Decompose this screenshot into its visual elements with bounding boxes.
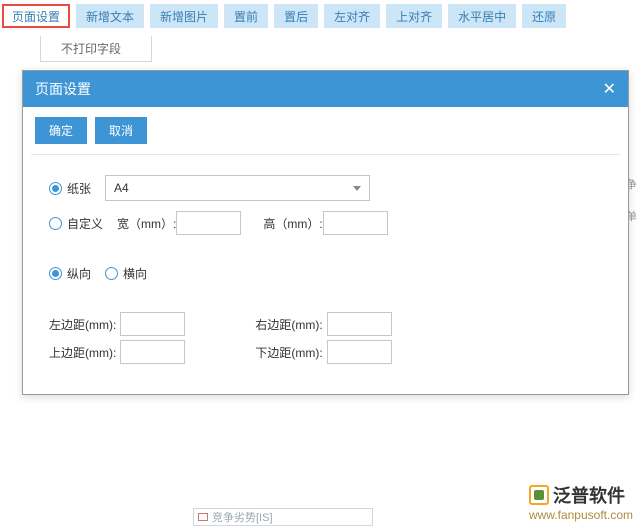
margin-left-input[interactable] bbox=[120, 312, 185, 336]
custom-radio[interactable] bbox=[49, 217, 62, 230]
close-icon[interactable]: ✕ bbox=[603, 79, 616, 99]
brand-url: www.fanpusoft.com bbox=[529, 508, 633, 522]
watermark: 泛普软件 www.fanpusoft.com bbox=[529, 482, 633, 522]
tb-send-back[interactable]: 置后 bbox=[274, 4, 318, 28]
logo-icon bbox=[529, 485, 549, 505]
dialog-titlebar: 页面设置 ✕ bbox=[23, 71, 628, 107]
paper-select-value: A4 bbox=[114, 181, 129, 195]
margin-bottom-input[interactable] bbox=[327, 340, 392, 364]
brand-name: 泛普软件 bbox=[553, 482, 625, 508]
paper-radio[interactable] bbox=[49, 182, 62, 195]
no-print-field[interactable]: 不打印字段 bbox=[40, 36, 152, 62]
height-input[interactable] bbox=[323, 211, 388, 235]
margins-col-right: 右边距(mm): 下边距(mm): bbox=[255, 312, 391, 364]
tb-restore[interactable]: 还原 bbox=[522, 4, 566, 28]
dialog-actions: 确定 取消 bbox=[23, 107, 628, 154]
tb-add-image[interactable]: 新增图片 bbox=[150, 4, 218, 28]
list-icon bbox=[198, 513, 208, 521]
cancel-button[interactable]: 取消 bbox=[95, 117, 147, 144]
portrait-label: 纵向 bbox=[67, 265, 91, 282]
paper-select[interactable]: A4 bbox=[105, 175, 370, 201]
chevron-down-icon bbox=[353, 186, 361, 191]
bottom-item[interactable]: 竞争劣势[IS] bbox=[193, 508, 373, 526]
portrait-radio[interactable] bbox=[49, 267, 62, 280]
paper-label: 纸张 bbox=[67, 180, 91, 197]
sub-row: 不打印字段 bbox=[0, 32, 639, 66]
tb-page-setup[interactable]: 页面设置 bbox=[2, 4, 70, 28]
margins-group: 左边距(mm): 上边距(mm): 右边距(mm): 下边距(mm): bbox=[49, 312, 602, 364]
bottom-item-label: 竞争劣势[IS] bbox=[212, 509, 273, 525]
landscape-radio[interactable] bbox=[105, 267, 118, 280]
width-input[interactable] bbox=[176, 211, 241, 235]
tb-center-h[interactable]: 水平居中 bbox=[448, 4, 516, 28]
tb-add-text[interactable]: 新增文本 bbox=[76, 4, 144, 28]
custom-row: 自定义 宽（mm）: 高（mm）: bbox=[49, 211, 602, 235]
custom-label: 自定义 bbox=[67, 215, 103, 232]
toolbar: 页面设置 新增文本 新增图片 置前 置后 左对齐 上对齐 水平居中 还原 bbox=[0, 0, 639, 32]
margin-top-label: 上边距(mm): bbox=[49, 344, 116, 361]
margin-right-label: 右边距(mm): bbox=[255, 316, 322, 333]
tb-align-top[interactable]: 上对齐 bbox=[386, 4, 442, 28]
margins-col-left: 左边距(mm): 上边距(mm): bbox=[49, 312, 185, 364]
tb-bring-front[interactable]: 置前 bbox=[224, 4, 268, 28]
height-label: 高（mm）: bbox=[263, 215, 322, 232]
dialog-body: 纸张 A4 自定义 宽（mm）: 高（mm）: 纵向 横向 左边距(mm): bbox=[31, 154, 620, 394]
paper-row: 纸张 A4 bbox=[49, 175, 602, 201]
ok-button[interactable]: 确定 bbox=[35, 117, 87, 144]
tb-align-left[interactable]: 左对齐 bbox=[324, 4, 380, 28]
margin-top-input[interactable] bbox=[120, 340, 185, 364]
landscape-label: 横向 bbox=[123, 265, 147, 282]
margin-right-input[interactable] bbox=[327, 312, 392, 336]
orientation-row: 纵向 横向 bbox=[49, 265, 602, 282]
dialog-title-text: 页面设置 bbox=[35, 79, 91, 99]
page-setup-dialog: 页面设置 ✕ 确定 取消 纸张 A4 自定义 宽（mm）: 高（mm）: 纵向 bbox=[22, 70, 629, 395]
margin-left-label: 左边距(mm): bbox=[49, 316, 116, 333]
width-label: 宽（mm）: bbox=[117, 215, 176, 232]
margin-bottom-label: 下边距(mm): bbox=[255, 344, 322, 361]
